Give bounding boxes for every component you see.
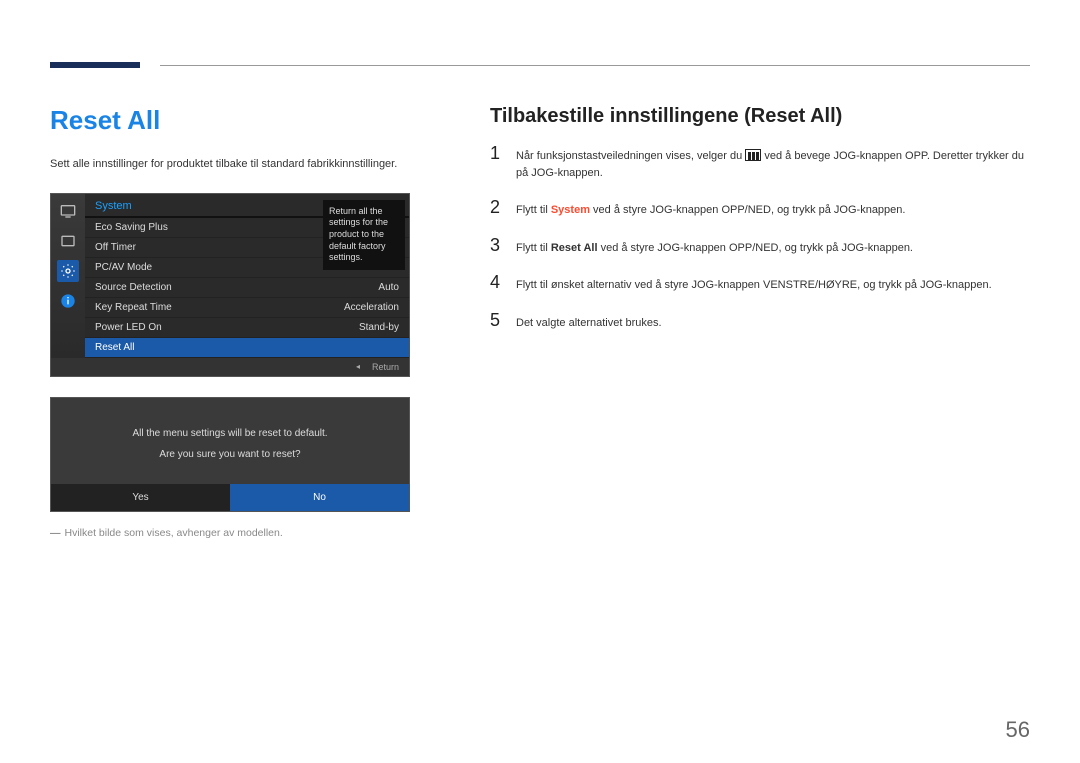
- osd-row-value: Acceleration: [344, 302, 399, 313]
- step-5-text: Det valgte alternativet brukes.: [516, 315, 662, 332]
- info-tab-icon: [57, 290, 79, 312]
- confirm-dialog-screenshot: All the menu settings will be reset to d…: [50, 397, 410, 512]
- step-4-text: Flytt til ønsket alternativ ved å styre …: [516, 277, 992, 294]
- intro-text: Sett alle innstillinger for produktet ti…: [50, 156, 450, 173]
- back-triangle-icon: ◂: [356, 362, 360, 372]
- osd-row-label: Off Timer: [95, 242, 136, 253]
- osd-row-value: Stand-by: [359, 322, 399, 333]
- osd-return-label: Return: [372, 362, 399, 372]
- step-4: 4 Flytt til ønsket alternativ ved å styr…: [490, 272, 1030, 294]
- menu-icon: [745, 149, 761, 161]
- step-3-text-c: ved å styre JOG-knappen OPP/NED, og tryk…: [601, 242, 913, 254]
- page-title: Reset All: [50, 105, 450, 136]
- step-1: 1 Når funksjonstastveiledningen vises, v…: [490, 143, 1030, 181]
- osd-row-reset-all: Reset All: [85, 338, 409, 358]
- osd-row-label: Reset All: [95, 342, 134, 353]
- osd-row-key-repeat-time: Key Repeat Time Acceleration: [85, 298, 409, 318]
- step-2-text-a: Flytt til: [516, 204, 551, 216]
- confirm-message-2: Are you sure you want to reset?: [51, 449, 409, 460]
- onscreen-tab-icon: [57, 230, 79, 252]
- confirm-message-1: All the menu settings will be reset to d…: [51, 428, 409, 439]
- section-heading: Tilbakestille innstillingene (Reset All): [490, 105, 1030, 128]
- osd-row-source-detection: Source Detection Auto: [85, 278, 409, 298]
- osd-row-label: PC/AV Mode: [95, 262, 152, 273]
- confirm-no-button: No: [230, 484, 409, 511]
- step-3: 3 Flytt til Reset All ved å styre JOG-kn…: [490, 235, 1030, 257]
- header-rule: [50, 40, 1030, 70]
- osd-row-value: Auto: [378, 282, 399, 293]
- step-2: 2 Flytt til System ved å styre JOG-knapp…: [490, 197, 1030, 219]
- osd-row-label: Key Repeat Time: [95, 302, 172, 313]
- step-3-accent: Reset All: [551, 242, 598, 254]
- step-5: 5 Det valgte alternativet brukes.: [490, 310, 1030, 332]
- footnote: ― Hvilket bilde som vises, avhenger av m…: [50, 527, 450, 539]
- osd-row-label: Source Detection: [95, 282, 172, 293]
- osd-row-power-led-on: Power LED On Stand-by: [85, 318, 409, 338]
- picture-tab-icon: [57, 200, 79, 222]
- osd-row-label: Eco Saving Plus: [95, 222, 168, 233]
- osd-menu-screenshot: System Eco Saving PlusOffOff Timer▸PC/AV…: [50, 193, 410, 377]
- page-number: 56: [1006, 717, 1030, 743]
- footnote-text: Hvilket bilde som vises, avhenger av mod…: [65, 527, 283, 539]
- step-2-text-c: ved å styre JOG-knappen OPP/NED, og tryk…: [593, 204, 905, 216]
- osd-tooltip: Return all the settings for the product …: [323, 200, 405, 270]
- system-tab-icon: [57, 260, 79, 282]
- step-1-text-a: Når funksjonstastveiledningen vises, vel…: [516, 150, 745, 162]
- step-2-accent: System: [551, 204, 590, 216]
- osd-row-label: Power LED On: [95, 322, 162, 333]
- step-3-text-a: Flytt til: [516, 242, 551, 254]
- confirm-yes-button: Yes: [51, 484, 230, 511]
